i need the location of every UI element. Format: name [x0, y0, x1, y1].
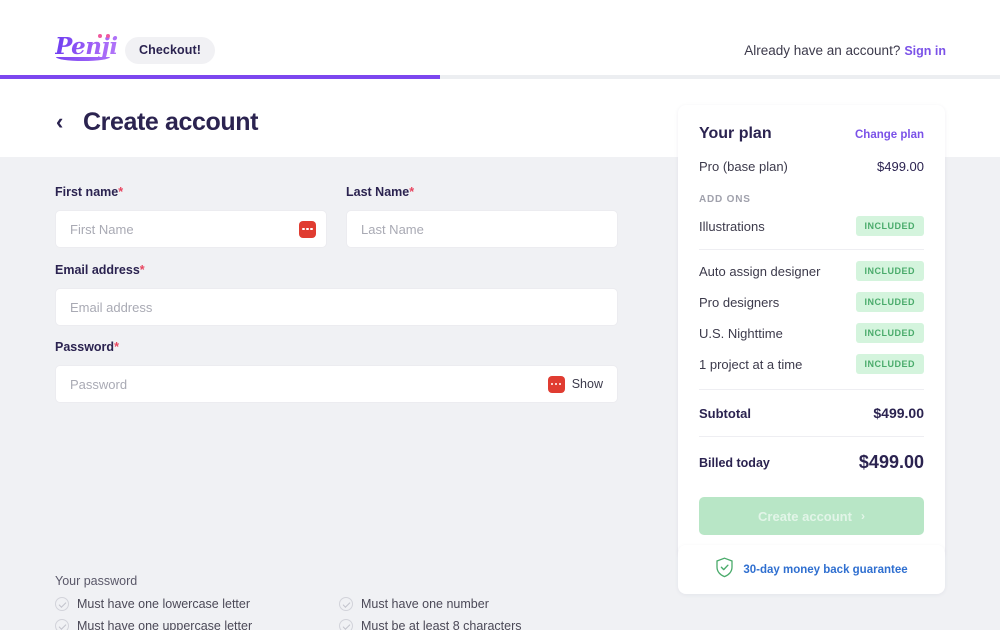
last-name-input[interactable]: Last Name	[346, 210, 618, 248]
password-manager-icon[interactable]	[547, 375, 565, 393]
first-name-input[interactable]: First Name	[55, 210, 327, 248]
page-title: Create account	[83, 108, 259, 136]
password-hint-label: Must have one uppercase letter	[77, 619, 253, 630]
required-asterisk: *	[118, 185, 124, 199]
divider	[699, 436, 924, 437]
password-hint-label: Must have one lowercase letter	[77, 597, 251, 611]
addon-row: Pro designers INCLUDED	[699, 292, 924, 312]
plan-card-title: Your plan	[699, 125, 772, 142]
password-hint-label: Must have one number	[361, 597, 489, 611]
email-label: Email address*	[55, 263, 145, 277]
logo-dot-icon	[98, 34, 102, 38]
last-name-placeholder: Last Name	[361, 221, 424, 237]
addons-section-label: ADD ONS	[699, 194, 751, 205]
password-hint-item: Must have one number	[339, 597, 489, 611]
first-name-placeholder: First Name	[70, 221, 134, 237]
addon-name: 1 project at a time	[699, 356, 803, 372]
checkout-page: Penji Checkout! Already have an account?…	[0, 0, 1000, 630]
money-back-guarantee-text: 30-day money back guarantee	[743, 563, 908, 576]
addon-status-badge: INCLUDED	[855, 323, 924, 343]
divider	[699, 249, 924, 250]
create-account-button[interactable]: Create account ›	[699, 497, 924, 535]
addon-row: Auto assign designer INCLUDED	[699, 261, 924, 281]
addon-status-badge: INCLUDED	[855, 292, 924, 312]
billed-today-row: Billed today $499.00	[699, 452, 924, 473]
first-name-label-text: First name	[55, 185, 119, 199]
base-plan-row: Pro (base plan) $499.00	[699, 159, 924, 174]
addon-status-badge: INCLUDED	[855, 261, 924, 281]
check-circle-icon	[339, 619, 353, 630]
email-placeholder: Email address	[70, 299, 153, 315]
create-account-button-label: Create account	[758, 508, 852, 524]
subtotal-row: Subtotal $499.00	[699, 405, 924, 421]
required-asterisk: *	[139, 263, 145, 277]
addon-row: Illustrations INCLUDED	[699, 216, 924, 236]
penji-logo[interactable]: Penji	[55, 33, 118, 63]
billed-today-value: $499.00	[858, 452, 924, 472]
password-input[interactable]: Password Show	[55, 365, 618, 403]
base-plan-price: $499.00	[877, 159, 924, 174]
password-hint-item: Must be at least 8 characters	[339, 619, 522, 630]
email-input[interactable]: Email address	[55, 288, 618, 326]
shield-check-icon	[715, 557, 734, 583]
check-circle-icon	[55, 597, 69, 611]
logo-dot-icon	[106, 34, 110, 38]
addon-name: U.S. Nighttime	[699, 325, 783, 341]
addon-row: U.S. Nighttime INCLUDED	[699, 323, 924, 343]
money-back-guarantee-card: 30-day money back guarantee	[678, 545, 945, 594]
password-hints-title: Your password	[55, 574, 138, 588]
plan-summary-card: Your plan Change plan Pro (base plan) $4…	[678, 105, 945, 557]
base-plan-name: Pro (base plan)	[699, 159, 788, 174]
addon-name: Pro designers	[699, 294, 780, 310]
logo-underline-icon	[56, 57, 110, 61]
top-header-bar: Penji Checkout! Already have an account?…	[0, 0, 1000, 78]
required-asterisk: *	[114, 340, 119, 354]
chevron-right-icon: ›	[860, 509, 865, 523]
first-name-label: First name*	[55, 185, 123, 199]
last-name-label: Last Name*	[346, 185, 414, 199]
chevron-left-icon[interactable]: ‹	[56, 111, 63, 133]
addon-status-badge: INCLUDED	[855, 216, 924, 236]
password-hint-item: Must have one lowercase letter	[55, 597, 250, 611]
account-prompt-text: Already have an account?	[744, 43, 901, 58]
change-plan-link[interactable]: Change plan	[855, 129, 924, 141]
password-hint-label: Must be at least 8 characters	[361, 619, 522, 630]
last-name-label-text: Last Name	[346, 185, 410, 199]
addon-name: Auto assign designer	[699, 263, 821, 279]
show-password-toggle[interactable]: Show	[565, 377, 617, 391]
divider	[699, 389, 924, 390]
addon-name: Illustrations	[699, 218, 765, 234]
billed-today-label: Billed today	[699, 455, 770, 470]
addon-row: 1 project at a time INCLUDED	[699, 354, 924, 374]
checkout-badge: Checkout!	[125, 37, 216, 64]
subtotal-label: Subtotal	[699, 405, 751, 421]
subtotal-value: $499.00	[873, 405, 924, 421]
password-placeholder: Password	[70, 376, 128, 392]
password-label-text: Password	[55, 340, 115, 354]
email-label-text: Email address	[55, 263, 140, 277]
required-asterisk: *	[409, 185, 415, 199]
signup-form: First name* First Name Last Name* Last N…	[0, 157, 676, 630]
check-circle-icon	[339, 597, 353, 611]
sign-in-link[interactable]: Sign in	[904, 44, 946, 58]
password-label: Password*	[55, 340, 119, 354]
addon-status-badge: INCLUDED	[855, 354, 924, 374]
account-prompt: Already have an account? Sign in	[744, 43, 946, 58]
plan-card-header: Your plan Change plan	[699, 125, 924, 143]
password-manager-icon[interactable]	[299, 220, 316, 238]
check-circle-icon	[55, 619, 69, 630]
password-hint-item: Must have one uppercase letter	[55, 619, 252, 630]
